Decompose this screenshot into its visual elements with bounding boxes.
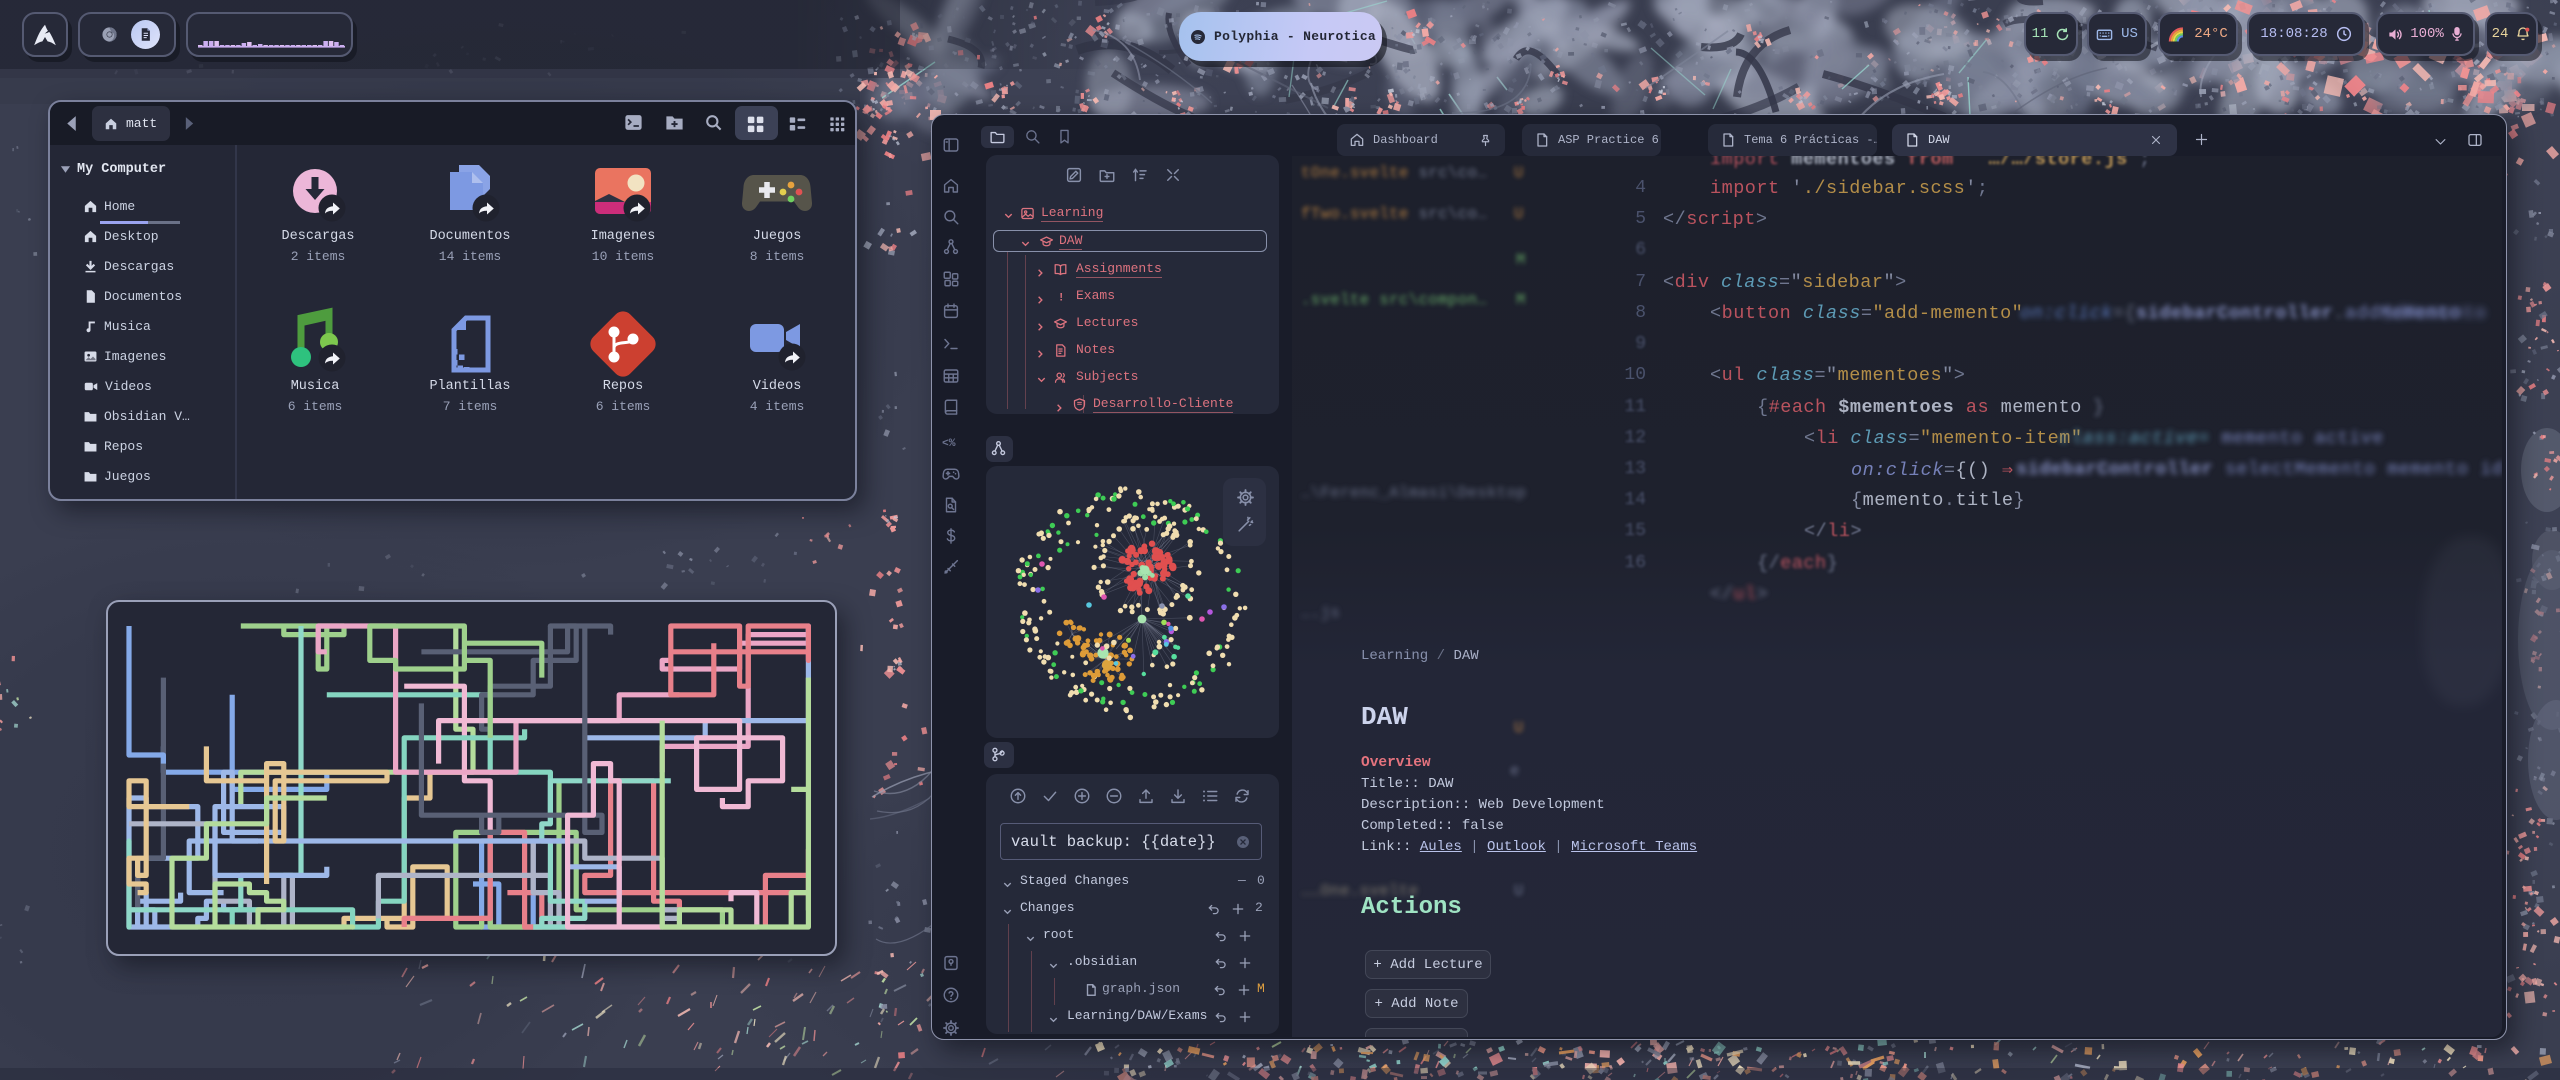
svg-text:!: ! [1058, 292, 1064, 304]
svg-text:<%: <% [942, 438, 956, 450]
